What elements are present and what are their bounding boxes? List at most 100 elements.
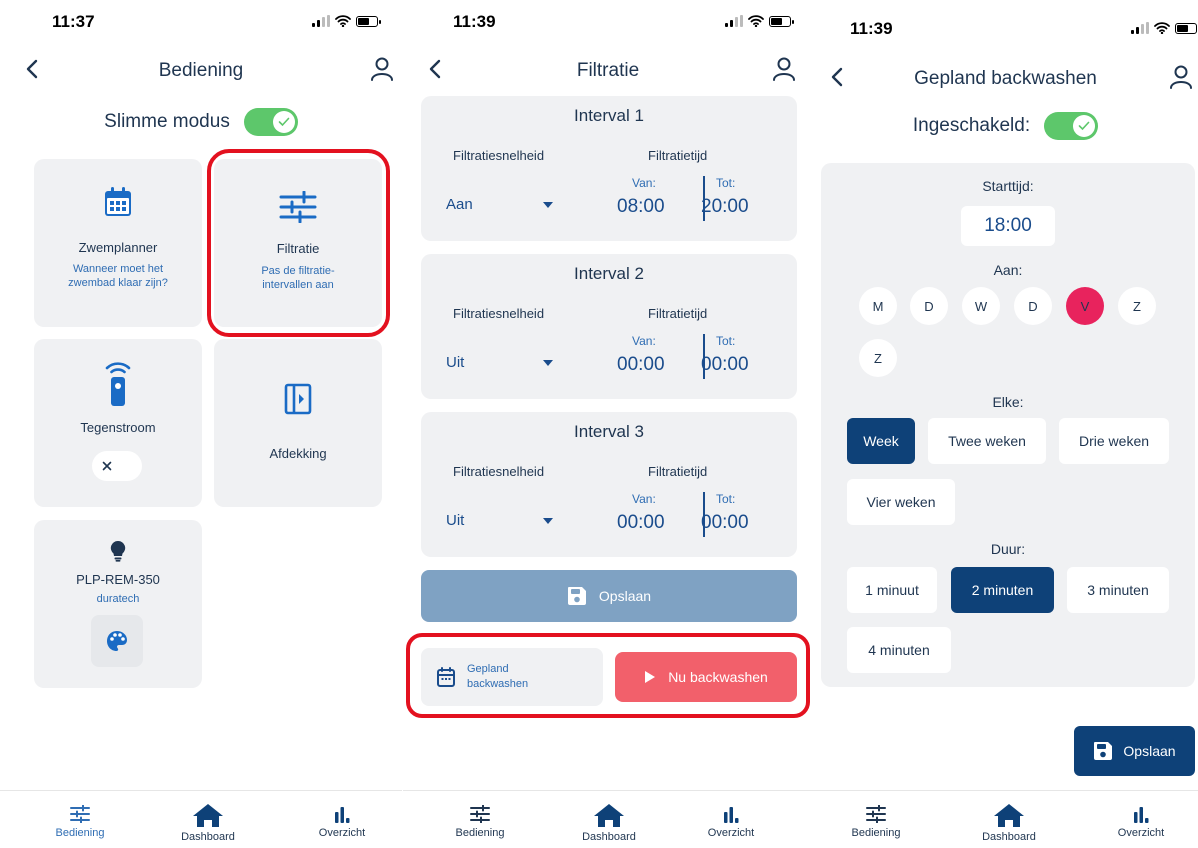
- save-label: Opslaan: [598, 588, 652, 604]
- nav-label: Bediening: [55, 827, 105, 839]
- palette-icon: [107, 631, 127, 651]
- time-label: Filtratietijd: [648, 306, 708, 321]
- every-option-two-weeks[interactable]: Twee weken: [928, 418, 1046, 464]
- nav-overzicht[interactable]: Overzicht: [686, 805, 776, 839]
- from-time[interactable]: 00:00: [617, 354, 665, 376]
- days-label: Aan:: [993, 262, 1023, 278]
- duration-option-2[interactable]: 2 minuten: [951, 567, 1054, 613]
- time-label: Filtratietijd: [648, 148, 708, 163]
- speed-label: Filtratiesnelheid: [453, 306, 545, 321]
- home-icon: [193, 804, 223, 827]
- every-option-three-weeks[interactable]: Drie weken: [1059, 418, 1169, 464]
- color-palette-button[interactable]: [91, 615, 143, 667]
- chevron-down-icon[interactable]: [543, 202, 553, 208]
- smart-mode-row: Slimme modus: [0, 108, 402, 136]
- tile-tegenstroom[interactable]: Tegenstroom: [34, 339, 202, 507]
- planned-line: backwashen: [467, 678, 529, 690]
- start-time-input[interactable]: 18:00: [961, 206, 1055, 246]
- close-icon: [102, 461, 112, 471]
- home-icon: [594, 804, 624, 827]
- day-thursday[interactable]: D: [1014, 287, 1052, 325]
- save-button[interactable]: Opslaan: [1074, 726, 1195, 776]
- enabled-label: Ingeschakeld:: [912, 115, 1031, 136]
- chevron-down-icon[interactable]: [543, 360, 553, 366]
- nav-label: Bediening: [455, 827, 505, 839]
- enabled-toggle[interactable]: [1044, 112, 1099, 140]
- to-label: Tot:: [716, 176, 736, 190]
- status-icons: [312, 15, 381, 27]
- status-time: 11:39: [850, 19, 893, 38]
- backwash-now-button[interactable]: Nu backwashen: [615, 652, 797, 702]
- speed-select[interactable]: Aan: [446, 196, 473, 213]
- nav-label: Overzicht: [707, 827, 755, 839]
- page-title: Filtratie: [576, 60, 640, 81]
- nav-label: Dashboard: [181, 831, 235, 843]
- from-time[interactable]: 08:00: [617, 196, 665, 218]
- nav-overzicht[interactable]: Overzicht: [297, 805, 387, 839]
- nav-dashboard[interactable]: Dashboard: [564, 803, 654, 843]
- lightbulb-icon: [110, 540, 126, 562]
- home-icon: [994, 804, 1024, 827]
- bediening-screen: 11:37 Bediening Slimme modus Zwemplanner…: [0, 0, 402, 848]
- header: Gepland backwashen: [813, 60, 1198, 96]
- sliders-icon: [470, 805, 490, 823]
- play-icon: [645, 671, 656, 683]
- tile-zwemplanner[interactable]: Zwemplanner Wanneer moet het zwembad kla…: [34, 159, 202, 327]
- status-time: 11:37: [52, 12, 95, 31]
- nav-dashboard[interactable]: Dashboard: [964, 803, 1054, 843]
- tile-light[interactable]: PLP-REM-350 duratech: [34, 520, 202, 688]
- user-icon[interactable]: [1168, 64, 1194, 90]
- planned-backwash-button[interactable]: Gepland backwashen: [421, 648, 603, 706]
- day-sunday[interactable]: Z: [859, 339, 897, 377]
- battery-icon: [356, 15, 381, 27]
- tegenstroom-toggle[interactable]: [92, 451, 142, 481]
- speed-select[interactable]: Uit: [446, 512, 464, 529]
- duration-option-4[interactable]: 4 minuten: [847, 627, 951, 673]
- status-icons: [1131, 22, 1197, 34]
- every-option-week[interactable]: Week: [847, 418, 915, 464]
- nav-label: Bediening: [851, 827, 901, 839]
- nav-bediening[interactable]: Bediening: [831, 805, 921, 839]
- duration-option-3[interactable]: 3 minuten: [1067, 567, 1169, 613]
- user-icon[interactable]: [369, 56, 395, 82]
- nav-dashboard[interactable]: Dashboard: [163, 803, 253, 843]
- user-icon[interactable]: [771, 56, 797, 82]
- nav-bediening[interactable]: Bediening: [35, 805, 125, 839]
- to-time[interactable]: 20:00: [701, 196, 749, 218]
- to-time[interactable]: 00:00: [701, 512, 749, 534]
- day-friday[interactable]: V: [1066, 287, 1104, 325]
- from-label: Van:: [632, 176, 656, 190]
- filtratie-screen: 11:39 Filtratie Interval 1 Filtratiesnel…: [403, 0, 813, 848]
- bottom-nav: Bediening Dashboard Overzicht: [813, 790, 1198, 848]
- speed-select[interactable]: Uit: [446, 354, 464, 371]
- smart-mode-label: Slimme modus: [104, 111, 230, 132]
- status-icons: [725, 15, 794, 27]
- to-time[interactable]: 00:00: [701, 354, 749, 376]
- status-bar: 11:37: [0, 0, 402, 50]
- from-time[interactable]: 00:00: [617, 512, 665, 534]
- planned-backwash-label: Gepland backwashen: [467, 662, 528, 692]
- day-wednesday[interactable]: W: [962, 287, 1000, 325]
- day-saturday[interactable]: Z: [1118, 287, 1156, 325]
- wifi-icon: [1154, 22, 1170, 34]
- chevron-down-icon[interactable]: [543, 518, 553, 524]
- wifi-icon: [748, 15, 764, 27]
- tile-title: Afdekking: [269, 446, 327, 461]
- time-label: Filtratietijd: [648, 464, 708, 479]
- planned-line: Gepland: [467, 663, 509, 675]
- nav-overzicht[interactable]: Overzicht: [1096, 805, 1186, 839]
- nav-bediening[interactable]: Bediening: [435, 805, 525, 839]
- tile-subtitle: duratech: [96, 593, 140, 605]
- status-bar: 11:39: [403, 0, 813, 50]
- day-tuesday[interactable]: D: [910, 287, 948, 325]
- bottom-nav: Bediening Dashboard Overzicht: [0, 790, 402, 848]
- duration-option-1[interactable]: 1 minuut: [847, 567, 937, 613]
- save-button[interactable]: Opslaan: [421, 570, 797, 622]
- smart-mode-toggle[interactable]: [243, 108, 298, 136]
- every-option-four-weeks[interactable]: Vier weken: [847, 479, 955, 525]
- day-monday[interactable]: M: [859, 287, 897, 325]
- status-time: 11:39: [453, 12, 496, 31]
- speed-label: Filtratiesnelheid: [453, 464, 545, 479]
- tile-afdekking[interactable]: Afdekking: [214, 339, 382, 507]
- signal-icon: [1131, 22, 1149, 34]
